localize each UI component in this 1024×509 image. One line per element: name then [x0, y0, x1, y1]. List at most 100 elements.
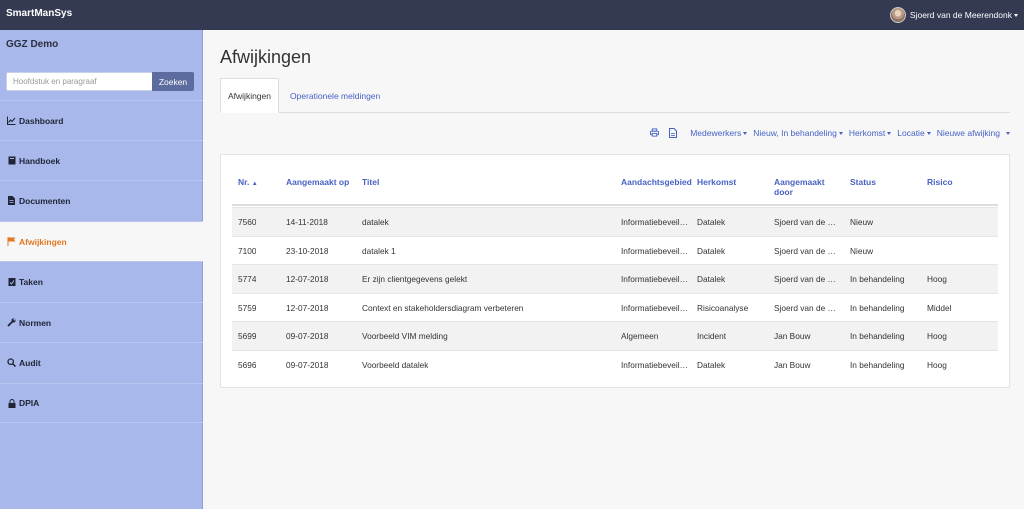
tab-afwijkingen[interactable]: Afwijkingen [220, 78, 279, 113]
cell-origin: Datalek [697, 274, 726, 284]
cell-nr: 5699 [238, 331, 257, 341]
sidebar-item-afwijkingen[interactable]: Afwijkingen [0, 221, 203, 261]
cell-title: Voorbeeld datalek [362, 359, 429, 370]
sidebar-item-audit[interactable]: Audit [0, 342, 203, 382]
cell-creator: Sjoerd van de … [774, 217, 836, 227]
user-name: Sjoerd van de Meerendonk [909, 10, 1012, 20]
cell-title: Er zijn clientgegevens gelekt [362, 274, 468, 284]
chevron-down-icon [743, 131, 748, 135]
column-header-status[interactable]: Status [850, 177, 876, 187]
cell-creator: Jan Bouw [774, 331, 811, 341]
cell-area: Algemeen [621, 331, 659, 341]
sidebar-item-normen[interactable]: Normen [0, 302, 203, 342]
sidebar-item-label: Documenten [19, 195, 71, 206]
cell-risk: Hoog [927, 274, 947, 284]
cell-date: 12-07-2018 [286, 302, 329, 313]
tab-bar: Afwijkingen Operationele meldingen [220, 78, 1010, 113]
export-file-icon[interactable] [669, 127, 678, 138]
column-header-aangemaakt-door[interactable]: Aangemaakt door [774, 177, 834, 197]
user-menu[interactable]: Sjoerd van de Meerendonk [889, 5, 1018, 25]
cell-area: Informatiebeveil… [621, 217, 688, 227]
cell-nr: 5759 [238, 302, 257, 313]
filter-status[interactable]: Nieuw, In behandeling [753, 128, 843, 138]
tab-operationele-meldingen[interactable]: Operationele meldingen [290, 78, 380, 113]
table-row[interactable]: 7560 14-11-2018 datalek Informatiebeveil… [232, 207, 998, 236]
cell-title: datalek [362, 217, 389, 227]
filter-herkomst[interactable]: Herkomst [849, 128, 892, 138]
sidebar-item-handboek[interactable]: Handboek [0, 140, 203, 180]
cell-status: In behandeling [850, 359, 905, 370]
column-header-aangemaakt-op[interactable]: Aangemaakt op [286, 177, 349, 187]
cell-status: In behandeling [850, 302, 905, 313]
page-title: Afwijkingen [220, 47, 312, 67]
file-icon [7, 196, 16, 205]
afwijkingen-table-panel: Nr. ▲ Aangemaakt op Titel Aandachtsgebie… [220, 154, 1010, 388]
sidebar-item-dashboard[interactable]: Dashboard [0, 100, 203, 140]
cell-title: Voorbeeld VIM melding [362, 331, 448, 341]
sidebar-item-label: Afwijkingen [19, 236, 67, 247]
table-row[interactable]: 5696 09-07-2018 Voorbeeld datalek Inform… [232, 349, 998, 379]
sidebar-item-dpia[interactable]: DPIA [0, 383, 203, 423]
cell-nr: 7560 [238, 217, 257, 227]
table-toolbar: Medewerkers Nieuw, In behandeling Herkom… [640, 127, 1010, 138]
brand-logo[interactable]: SmartManSys [6, 8, 72, 19]
table-row[interactable]: 5699 09-07-2018 Voorbeeld VIM melding Al… [232, 321, 998, 350]
filter-medewerkers[interactable]: Medewerkers [690, 128, 748, 138]
search-input[interactable] [6, 72, 152, 91]
cell-creator: Sjoerd van de … [774, 274, 836, 284]
cell-risk: Hoog [927, 359, 947, 370]
sidebar: GGZ Demo Zoeken Dashboard Handboek Docum… [0, 30, 203, 509]
wrench-icon [7, 318, 16, 327]
new-afwijking-button[interactable]: Nieuwe afwijking [937, 128, 1010, 138]
chevron-down-icon [1006, 131, 1010, 135]
cell-date: 09-07-2018 [286, 331, 329, 341]
cell-origin: Incident [697, 331, 727, 341]
main-content: Afwijkingen Afwijkingen Operationele mel… [203, 30, 1024, 509]
chevron-down-icon [926, 131, 931, 135]
sidebar-search: Zoeken [6, 72, 194, 91]
column-header-risico[interactable]: Risico [927, 177, 953, 187]
print-icon[interactable] [650, 128, 660, 138]
table-row[interactable]: 7100 23-10-2018 datalek 1 Informatiebeve… [232, 235, 998, 265]
table-row[interactable]: 5774 12-07-2018 Er zijn clientgegevens g… [232, 264, 998, 293]
search-button[interactable]: Zoeken [152, 72, 194, 91]
sidebar-item-label: Dashboard [19, 115, 64, 126]
column-header-nr[interactable]: Nr. ▲ [238, 177, 258, 189]
cell-area: Informatiebeveil… [621, 245, 688, 256]
cell-origin: Datalek [697, 217, 726, 227]
book-icon [7, 156, 16, 165]
cell-date: 23-10-2018 [286, 245, 329, 256]
sidebar-item-label: DPIA [19, 398, 40, 408]
cell-status: In behandeling [850, 274, 905, 284]
cell-nr: 5696 [238, 359, 257, 370]
cell-creator: Sjoerd van de … [774, 245, 836, 256]
flag-icon [7, 237, 16, 246]
chevron-down-icon [838, 131, 843, 135]
chevron-down-icon [887, 131, 892, 135]
cell-status: Nieuw [850, 217, 874, 227]
avatar [889, 7, 906, 23]
cell-status: Nieuw [850, 245, 874, 256]
column-header-herkomst[interactable]: Herkomst [697, 177, 736, 187]
column-header-titel[interactable]: Titel [362, 177, 379, 187]
filter-locatie[interactable]: Locatie [897, 128, 931, 138]
cell-title: datalek 1 [362, 245, 396, 256]
cell-risk: Middel [927, 302, 952, 313]
sidebar-item-documenten[interactable]: Documenten [0, 180, 203, 220]
cell-area: Informatiebeveil… [621, 302, 688, 313]
column-header-aandachtsgebied[interactable]: Aandachtsgebied [621, 177, 692, 187]
sidebar-item-label: Taken [19, 276, 43, 287]
cell-origin: Risicoanalyse [697, 302, 749, 313]
cell-area: Informatiebeveil… [621, 274, 688, 284]
cell-nr: 7100 [238, 245, 257, 256]
sidebar-item-taken[interactable]: Taken [0, 261, 203, 301]
chart-line-icon [7, 116, 16, 125]
cell-date: 12-07-2018 [286, 274, 329, 284]
cell-status: In behandeling [850, 331, 905, 341]
lock-icon [7, 398, 16, 408]
table-row[interactable]: 5759 12-07-2018 Context en stakeholdersd… [232, 292, 998, 322]
sidebar-item-label: Normen [19, 317, 52, 328]
cell-title: Context en stakeholdersdiagram verbetere… [362, 302, 524, 313]
cell-creator: Sjoerd van de … [774, 302, 836, 313]
cell-nr: 5774 [238, 274, 257, 284]
